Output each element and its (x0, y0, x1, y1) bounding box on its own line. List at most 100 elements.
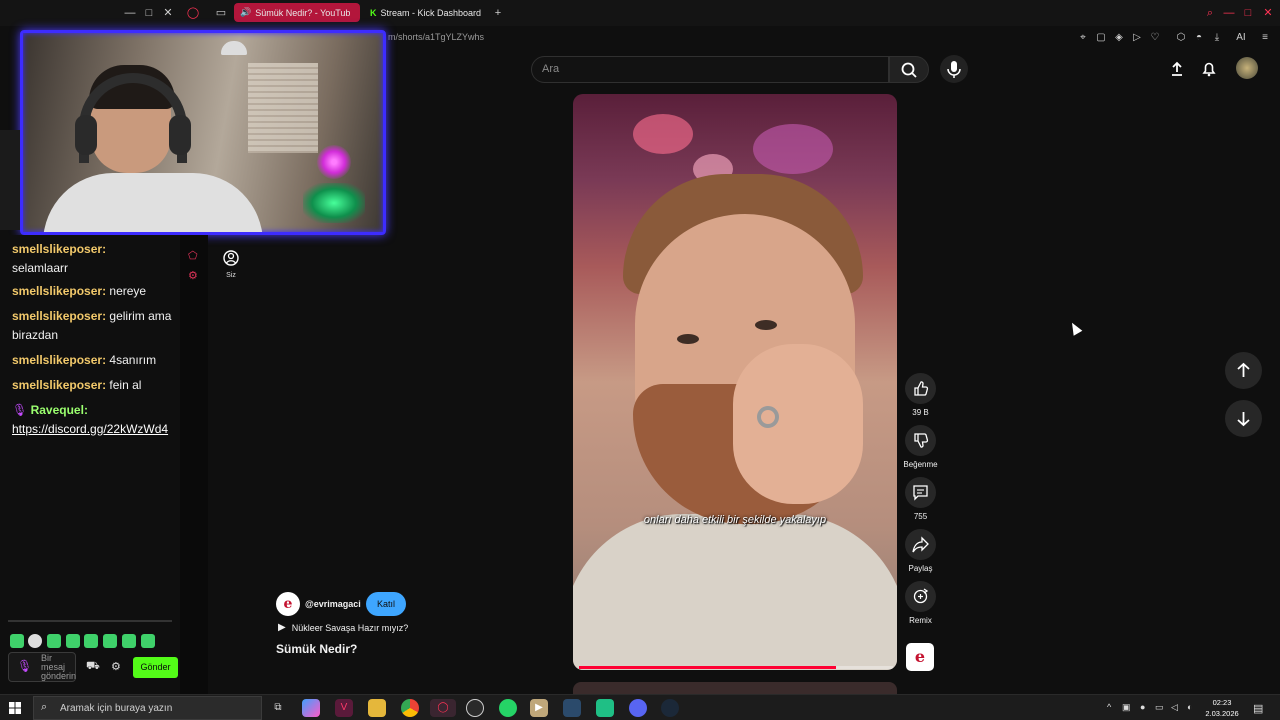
chat-username[interactable]: Ravequel (31, 403, 84, 417)
maximize-icon[interactable]: □ (141, 5, 157, 21)
media-player-icon[interactable]: ▶ (530, 699, 548, 717)
previous-short-button[interactable] (1225, 352, 1262, 389)
emote-icon[interactable] (28, 634, 42, 648)
gift-icon[interactable]: ⛟ (86, 660, 100, 674)
chat-username[interactable]: smellslikeposer (12, 378, 102, 392)
upload-icon[interactable] (1168, 60, 1186, 78)
channel-thumbnail[interactable]: e (906, 643, 934, 671)
headphone-earcup-left (75, 115, 97, 155)
copilot-icon[interactable] (302, 699, 320, 717)
close-icon[interactable]: ✕ (160, 5, 176, 21)
taskbar-search-input[interactable]: ⌕ Aramak için buraya yazın (33, 696, 262, 720)
snapshot-icon[interactable]: ▢ (1094, 32, 1108, 43)
comments-button[interactable] (905, 477, 936, 508)
channel-avatar[interactable]: e (276, 592, 300, 616)
app-icon[interactable] (563, 699, 581, 717)
shorts-video-player[interactable]: onları daha etkili bir şekilde yakalayıp (573, 94, 897, 670)
emote-icon[interactable] (10, 634, 24, 648)
app-v-icon[interactable]: V (335, 699, 353, 717)
task-view-icon[interactable]: ⧉ (269, 699, 287, 717)
bokeh-light (633, 114, 693, 154)
search-input[interactable]: Ara (531, 56, 889, 83)
send-button[interactable]: Gönder (133, 657, 178, 678)
kick-side-strip: ⬠ ⚙ (180, 235, 208, 695)
share-button[interactable] (905, 529, 936, 560)
clock-time: 02:23 (1212, 698, 1232, 707)
windows-start-icon[interactable] (9, 701, 21, 714)
steam-icon[interactable] (661, 699, 679, 717)
sidebar-item-you[interactable]: Siz (222, 249, 240, 279)
chat-username[interactable]: smellslikeposer (12, 242, 102, 256)
profile-icon[interactable]: ◓ (1192, 32, 1206, 43)
next-short-button[interactable] (1225, 400, 1262, 437)
opera-logo-icon[interactable]: ◯ (185, 5, 201, 21)
avatar[interactable] (1236, 57, 1258, 79)
chat-username[interactable]: smellslikeposer (12, 309, 102, 323)
settings-gear-icon[interactable]: ⚙ (111, 660, 121, 673)
file-explorer-icon[interactable] (368, 699, 386, 717)
channel-handle[interactable]: @evrimagaci (305, 599, 361, 609)
search-icon (901, 62, 917, 78)
ai-button[interactable]: AI (1230, 32, 1252, 43)
chat-username[interactable]: smellslikeposer (12, 284, 102, 298)
tray-mic-icon[interactable]: ● (1140, 702, 1145, 712)
video-progress-bar[interactable] (579, 666, 893, 669)
remix-button[interactable] (905, 581, 936, 612)
minimize-icon[interactable]: — (122, 5, 138, 21)
tab-overview-icon[interactable]: ▭ (213, 5, 229, 21)
emote-icon[interactable] (66, 634, 80, 648)
join-button[interactable]: Katıl (366, 592, 406, 616)
tray-volume-icon[interactable]: ◁ (1171, 702, 1178, 713)
shield-icon[interactable]: ⬠ (188, 249, 198, 262)
opera-gx-icon[interactable]: ◯ (430, 699, 456, 717)
taskbar-clock[interactable]: 02:23 2.03.2026 (1202, 697, 1242, 719)
like-button[interactable] (905, 373, 936, 404)
url-text[interactable]: m/shorts/a1TgYLZYwhs (388, 32, 484, 42)
app-icon[interactable] (596, 699, 614, 717)
chat-username[interactable]: smellslikeposer (12, 353, 102, 367)
tab-youtube-short[interactable]: 🔊 Sümük Nedir? - YouTub (234, 3, 360, 22)
emote-icon[interactable] (103, 634, 117, 648)
menu-icon[interactable]: ≡ (1258, 32, 1272, 43)
playlist-title: Nükleer Savaşa Hazır mıyız? (291, 622, 409, 633)
next-short-preview[interactable] (573, 682, 897, 694)
play-icon[interactable]: ▷ (1130, 32, 1144, 43)
chrome-icon[interactable] (401, 699, 419, 717)
shield-icon[interactable]: ◈ (1112, 32, 1126, 43)
emote-icon[interactable] (141, 634, 155, 648)
tab-title: Stream - Kick Dashboard (380, 7, 482, 18)
minimize-icon[interactable]: — (1221, 5, 1237, 21)
tray-chevron-icon[interactable]: ^ (1107, 702, 1111, 712)
extensions-icon[interactable]: ⬡ (1174, 32, 1188, 43)
tray-network-icon[interactable]: ▭ (1155, 702, 1164, 713)
dislike-button[interactable] (905, 425, 936, 456)
close-icon[interactable]: ✕ (1260, 5, 1276, 21)
tray-app-icon[interactable]: ▣ (1122, 702, 1131, 713)
chat-message-input[interactable]: 🎙 Bir mesaj gönderin (8, 652, 76, 682)
heart-icon[interactable]: ♡ (1148, 32, 1162, 43)
maximize-icon[interactable]: □ (1240, 5, 1256, 21)
tray-app-icon[interactable]: ◐ (1187, 702, 1192, 712)
new-tab-button[interactable]: + (490, 5, 506, 21)
search-icon[interactable]: ⌕ (1202, 5, 1218, 21)
chat-colon: : (102, 309, 107, 323)
search-button[interactable] (889, 56, 929, 83)
whatsapp-icon[interactable] (499, 699, 517, 717)
stream-chat-panel: smellslikeposer: selamlaarr smellslikepo… (0, 235, 180, 695)
voice-search-button[interactable] (940, 55, 968, 83)
chat-link[interactable]: https://discord.gg/22kWzWd4 (12, 422, 168, 436)
download-icon[interactable]: ⤓ (1210, 32, 1224, 43)
notifications-icon[interactable]: ▤ (1253, 702, 1263, 715)
webcam-overlay (20, 30, 386, 235)
discord-icon[interactable] (629, 699, 647, 717)
playlist-link[interactable]: ▶ Nükleer Savaşa Hazır mıyız? (278, 622, 408, 633)
emote-icon[interactable] (84, 634, 98, 648)
emote-icon[interactable] (47, 634, 61, 648)
gear-icon[interactable]: ⚙ (188, 269, 198, 282)
notifications-bell-icon[interactable] (1200, 60, 1218, 78)
tab-kick-dashboard[interactable]: K Stream - Kick Dashboard (364, 3, 488, 22)
app-icon[interactable] (466, 699, 484, 717)
emote-icon[interactable] (122, 634, 136, 648)
pin-icon[interactable]: ⌖ (1076, 32, 1090, 43)
account-circle-icon (223, 250, 239, 266)
